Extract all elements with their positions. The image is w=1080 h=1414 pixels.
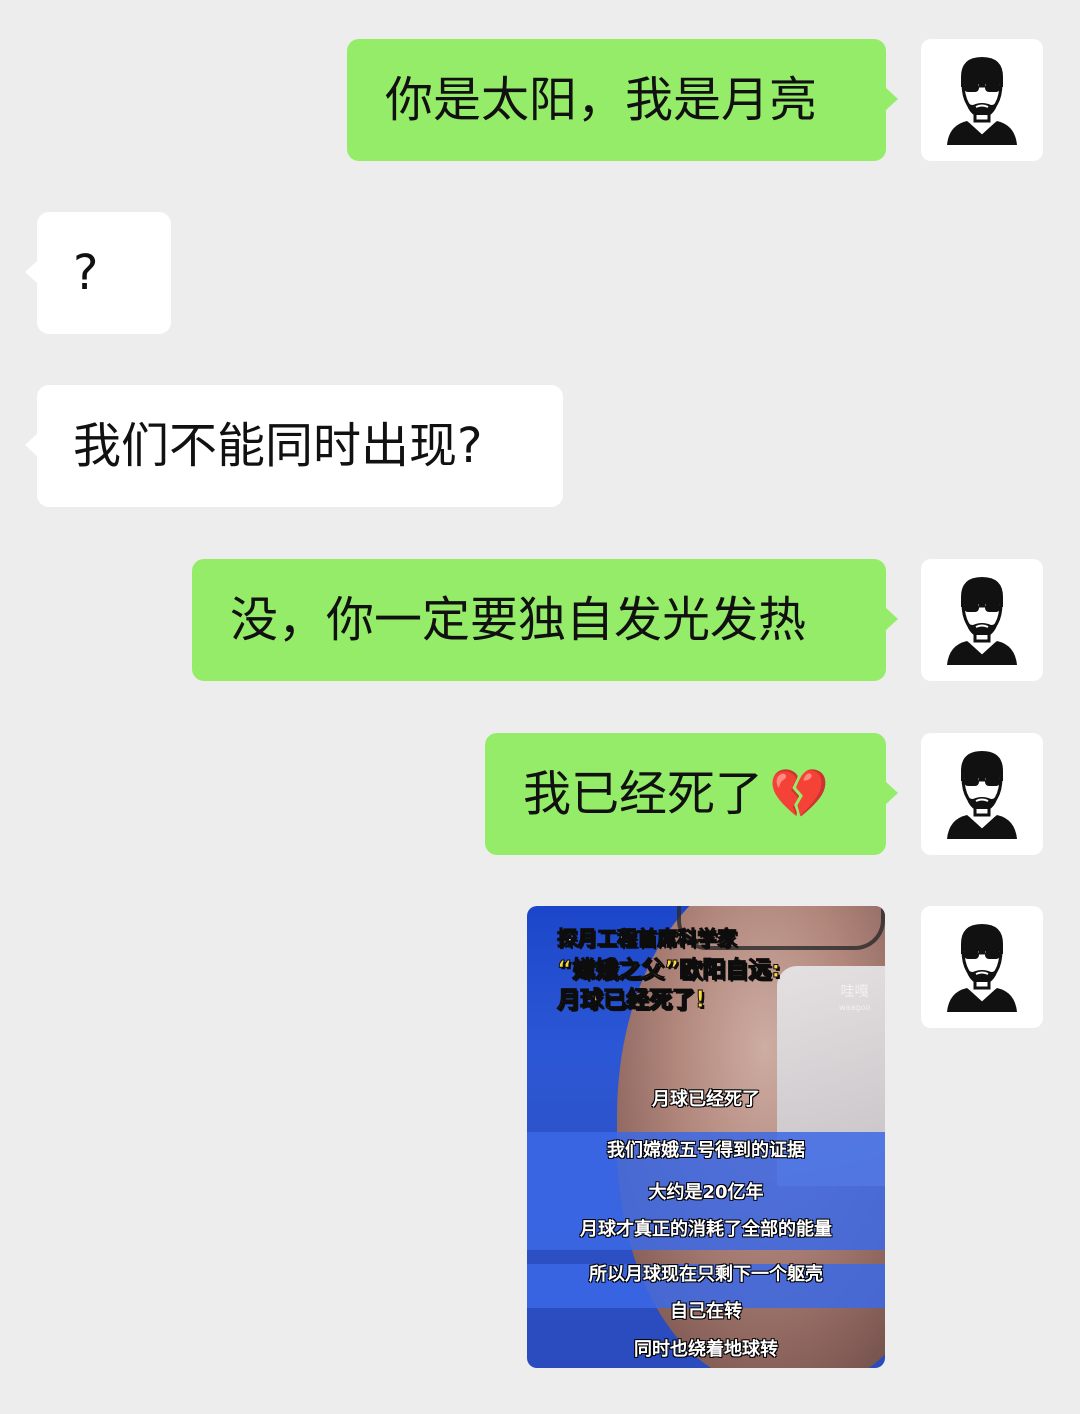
message-text: 我已经死了 💔 (523, 764, 886, 824)
video-subtitle: 同时也绕着地球转 (634, 1339, 778, 1360)
watermark-text: 哇嘎 (840, 984, 869, 1000)
avatar[interactable] (921, 559, 1043, 681)
man-sunglasses-icon (947, 751, 1017, 839)
avatar[interactable] (921, 39, 1043, 161)
message-bubble-sent[interactable]: 我已经死了 💔 (485, 733, 898, 855)
watermark-subtext: waagoo (839, 1003, 871, 1012)
message-bubble-received[interactable]: ? (25, 212, 171, 334)
video-message-card[interactable]: 探月工程首席科学家 “嫦娥之父”欧阳自远: 月球已经死了! 哇嘎 waagoo … (527, 906, 885, 1368)
message-bubble-sent[interactable]: 你是太阳，我是月亮 (347, 39, 898, 161)
man-sunglasses-icon (947, 924, 1017, 1012)
message-text: 我们不能同时出现? (73, 418, 483, 474)
avatar[interactable] (921, 733, 1043, 855)
man-sunglasses-icon (947, 57, 1017, 145)
man-sunglasses-icon (947, 577, 1017, 665)
video-subtitle: 月球才真正的消耗了全部的能量 (580, 1219, 832, 1240)
video-headline-line2: “嫦娥之父”欧阳自远: (556, 957, 781, 984)
message-text: 没，你一定要独自发光发热 (230, 592, 807, 648)
video-headline-line3: 月球已经死了! (557, 987, 706, 1014)
video-watermark: 哇嘎 waagoo (839, 984, 870, 1016)
message-text: 你是太阳，我是月亮 (385, 72, 818, 128)
message-bubble-sent[interactable]: 没，你一定要独自发光发热 (192, 559, 898, 681)
video-subtitle: 所以月球现在只剩下一个躯壳 (589, 1264, 823, 1285)
video-subtitle: 我们嫦娥五号得到的证据 (607, 1140, 805, 1161)
video-headline-line1: 探月工程首席科学家 (557, 926, 738, 951)
message-text-content: 我已经死了 (523, 766, 764, 822)
avatar[interactable] (921, 906, 1043, 1028)
video-subtitle: 大约是20亿年 (648, 1182, 764, 1203)
message-bubble-received[interactable]: 我们不能同时出现? (25, 385, 563, 507)
broken-heart-icon: 💔 (769, 766, 829, 822)
message-text: ? (73, 245, 99, 301)
video-subtitle: 月球已经死了 (652, 1089, 760, 1110)
video-subtitle: 自己在转 (670, 1301, 742, 1322)
